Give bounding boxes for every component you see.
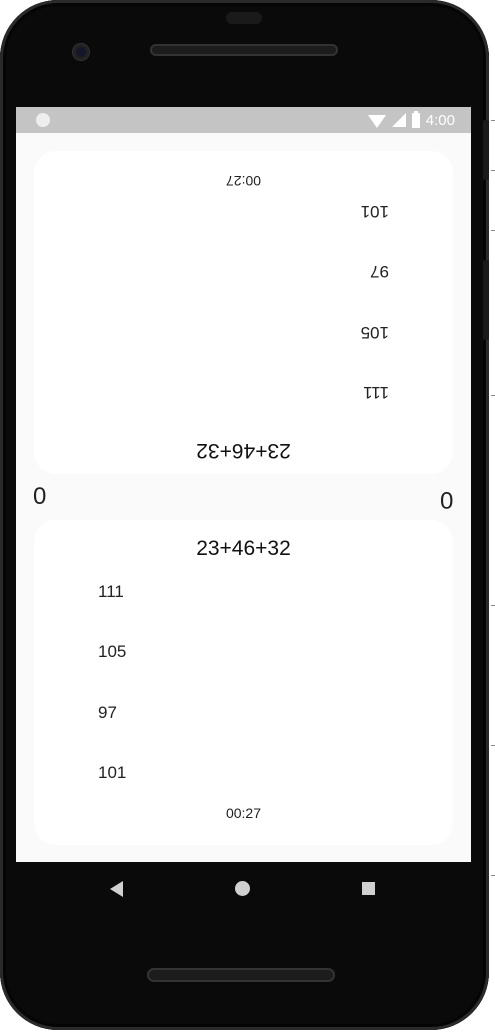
background-line	[491, 395, 495, 396]
answer-option[interactable]: 101	[361, 201, 389, 221]
answer-option[interactable]: 101	[98, 763, 126, 783]
background-line	[491, 170, 495, 171]
screen: 4:00 23+46+32 111 105 97 101 00:27 0 0 2…	[16, 107, 471, 862]
front-camera	[73, 44, 89, 60]
background-line	[491, 120, 495, 121]
power-button	[483, 120, 489, 180]
status-bar: 4:00	[16, 107, 471, 133]
score-bottom-player: 0	[33, 483, 47, 510]
answer-option[interactable]: 97	[370, 261, 389, 281]
status-icons: 4:00	[367, 107, 455, 133]
battery-icon	[411, 110, 420, 128]
notification-dot-icon	[36, 113, 50, 127]
player-top-card: 23+46+32 111 105 97 101 00:27	[34, 151, 453, 474]
answer-option[interactable]: 105	[98, 642, 126, 662]
recents-icon[interactable]	[362, 882, 375, 895]
background-line	[491, 875, 495, 876]
signal-icon	[391, 113, 406, 127]
bottom-speaker	[147, 968, 335, 982]
background-line	[491, 230, 495, 231]
phone-frame: 4:00 23+46+32 111 105 97 101 00:27 0 0 2…	[0, 0, 489, 1030]
timer: 00:27	[225, 173, 262, 189]
timer: 00:27	[225, 805, 262, 821]
home-icon[interactable]	[235, 881, 250, 896]
answer-option[interactable]: 111	[98, 582, 124, 602]
answer-option[interactable]: 111	[363, 382, 389, 402]
problem-text: 23+46+32	[196, 537, 291, 560]
score-top-player: 0	[439, 486, 453, 513]
background-window-edge	[489, 95, 495, 975]
answer-option[interactable]: 97	[98, 703, 117, 723]
background-line	[491, 745, 495, 746]
volume-button	[483, 260, 489, 340]
problem-text: 23+46+32	[196, 439, 291, 462]
answer-option[interactable]: 105	[361, 322, 389, 342]
wifi-icon	[367, 114, 386, 128]
earpiece-speaker	[150, 44, 338, 56]
player-bottom-card: 23+46+32 111 105 97 101 00:27	[34, 520, 453, 845]
back-icon[interactable]	[110, 881, 123, 897]
sensor	[226, 12, 262, 24]
background-line	[491, 605, 495, 606]
status-time: 4:00	[425, 111, 455, 129]
